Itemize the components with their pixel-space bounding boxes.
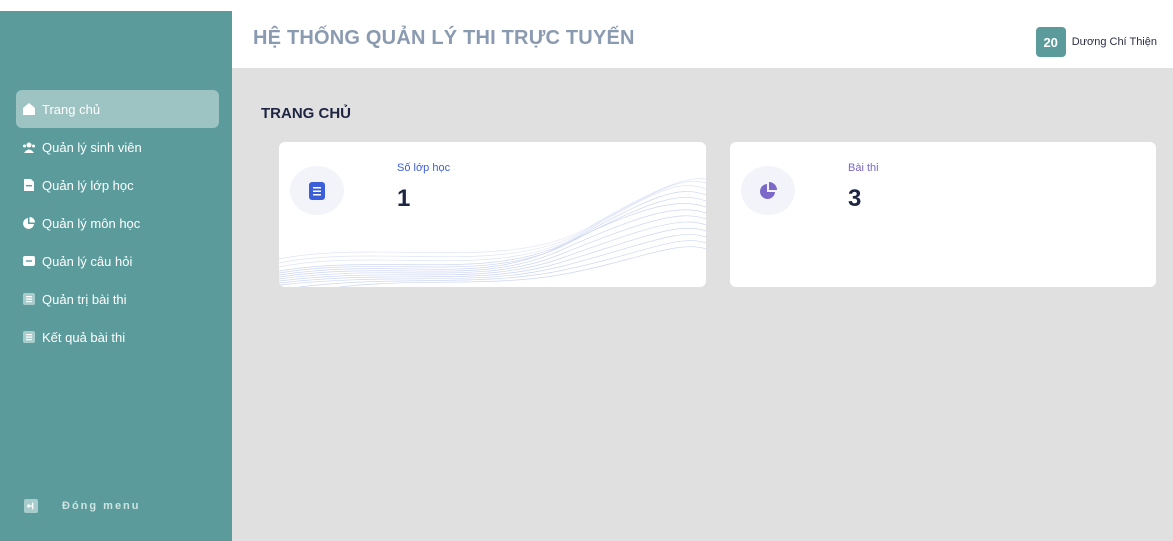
avatar: 20 (1035, 27, 1066, 57)
logout-icon (24, 499, 38, 513)
app-title: HỆ THỐNG QUẢN LÝ THI TRỰC TUYẾN (253, 27, 635, 49)
stat-value: 1 (397, 185, 411, 212)
stat-card-exams[interactable]: Bài thi 3 (730, 142, 1156, 287)
sidebar-item-label: Trang chủ (42, 101, 101, 117)
sidebar: Trang chủ Quản lý sinh viên Quản lý lớp … (0, 11, 232, 541)
list-icon (22, 330, 36, 344)
close-menu-label: Đóng menu (62, 500, 141, 512)
stat-value: 3 (848, 185, 862, 212)
pie-chart-icon-wrap (741, 166, 795, 215)
sidebar-item-label: Quản trị bài thi (42, 291, 127, 307)
folder-icon (22, 254, 36, 268)
sidebar-item-quan-ly-sinh-vien[interactable]: Quản lý sinh viên (16, 128, 219, 166)
pie-icon (22, 216, 36, 230)
users-icon (22, 140, 36, 154)
user-name: Dương Chí Thiện (1071, 36, 1157, 48)
sidebar-item-quan-tri-bai-thi[interactable]: Quản trị bài thi (16, 280, 219, 318)
sidebar-nav: Trang chủ Quản lý sinh viên Quản lý lớp … (16, 90, 219, 356)
sidebar-item-quan-ly-mon-hoc[interactable]: Quản lý môn học (16, 204, 219, 242)
pie-chart-icon (760, 181, 777, 199)
sidebar-item-trang-chu[interactable]: Trang chủ (16, 90, 219, 128)
page-title: TRANG CHỦ (261, 105, 351, 122)
document-icon-wrap (290, 166, 344, 215)
close-menu-button[interactable]: Đóng menu (24, 499, 141, 513)
sidebar-item-label: Quản lý sinh viên (42, 139, 142, 155)
stat-label: Bài thi (848, 162, 879, 174)
sidebar-item-quan-ly-lop-hoc[interactable]: Quản lý lớp học (16, 166, 219, 204)
sidebar-item-label: Kết quả bài thi (42, 329, 126, 345)
home-icon (22, 102, 36, 116)
list-icon (22, 292, 36, 306)
stat-card-classes[interactable]: Số lớp học 1 (279, 142, 706, 287)
document-icon (309, 181, 325, 200)
sidebar-item-ket-qua-bai-thi[interactable]: Kết quả bài thi (16, 318, 219, 356)
sidebar-item-quan-ly-cau-hoi[interactable]: Quản lý câu hỏi (16, 242, 219, 280)
file-icon (22, 178, 36, 192)
sidebar-item-label: Quản lý câu hỏi (42, 253, 133, 269)
sidebar-item-label: Quản lý môn học (42, 215, 141, 231)
header: HỆ THỐNG QUẢN LÝ THI TRỰC TUYẾN 20 Dương… (232, 11, 1173, 68)
stat-label: Số lớp học (397, 162, 451, 174)
sidebar-item-label: Quản lý lớp học (42, 177, 134, 193)
main-content: TRANG CHỦ Số lớp học 1 Bài thi 3 (232, 68, 1173, 541)
user-menu[interactable]: 20 Dương Chí Thiện (1035, 27, 1157, 57)
